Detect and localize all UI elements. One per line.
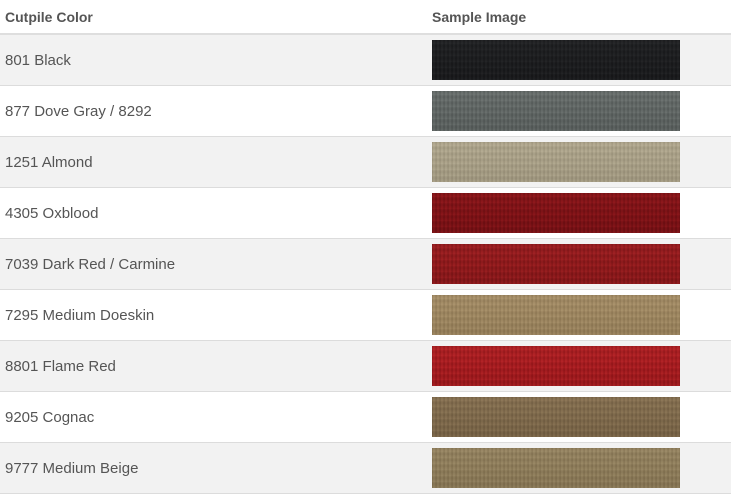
column-header-sample: Sample Image <box>432 8 527 25</box>
color-name: 9205 Cognac <box>5 408 95 426</box>
color-name: 7039 Dark Red / Carmine <box>5 255 176 273</box>
table-row: 801 Black <box>0 35 731 86</box>
column-header-color: Cutpile Color <box>5 8 93 25</box>
carpet-sample-image <box>432 40 680 80</box>
carpet-sample-image <box>432 142 680 182</box>
table-row: 9205 Cognac <box>0 392 731 443</box>
carpet-sample-image <box>432 448 680 488</box>
cutpile-color-table: Cutpile Color Sample Image 801 Black 877 … <box>0 0 731 494</box>
color-name: 4305 Oxblood <box>5 204 99 222</box>
color-name: 1251 Almond <box>5 153 93 171</box>
sample-cell <box>427 295 731 335</box>
sample-cell <box>427 448 731 488</box>
sample-cell <box>427 91 731 131</box>
table-row: 7039 Dark Red / Carmine <box>0 239 731 290</box>
color-name: 877 Dove Gray / 8292 <box>5 102 152 120</box>
table-row: 9777 Medium Beige <box>0 443 731 494</box>
color-name: 8801 Flame Red <box>5 357 116 375</box>
table-body: 801 Black 877 Dove Gray / 8292 1251 Almond… <box>0 35 731 494</box>
table-row: 8801 Flame Red <box>0 341 731 392</box>
carpet-sample-image <box>432 346 680 386</box>
sample-cell <box>427 40 731 80</box>
sample-cell <box>427 193 731 233</box>
carpet-sample-image <box>432 91 680 131</box>
table-row: 7295 Medium Doeskin <box>0 290 731 341</box>
carpet-sample-image <box>432 193 680 233</box>
sample-cell <box>427 397 731 437</box>
carpet-sample-image <box>432 397 680 437</box>
table-row: 877 Dove Gray / 8292 <box>0 86 731 137</box>
carpet-sample-image <box>432 244 680 284</box>
table-row: 4305 Oxblood <box>0 188 731 239</box>
color-name: 7295 Medium Doeskin <box>5 306 155 324</box>
color-name: 801 Black <box>5 51 71 69</box>
sample-cell <box>427 346 731 386</box>
sample-cell <box>427 244 731 284</box>
color-name: 9777 Medium Beige <box>5 459 139 477</box>
table-row: 1251 Almond <box>0 137 731 188</box>
table-header: Cutpile Color Sample Image <box>0 0 731 35</box>
carpet-sample-image <box>432 295 680 335</box>
sample-cell <box>427 142 731 182</box>
